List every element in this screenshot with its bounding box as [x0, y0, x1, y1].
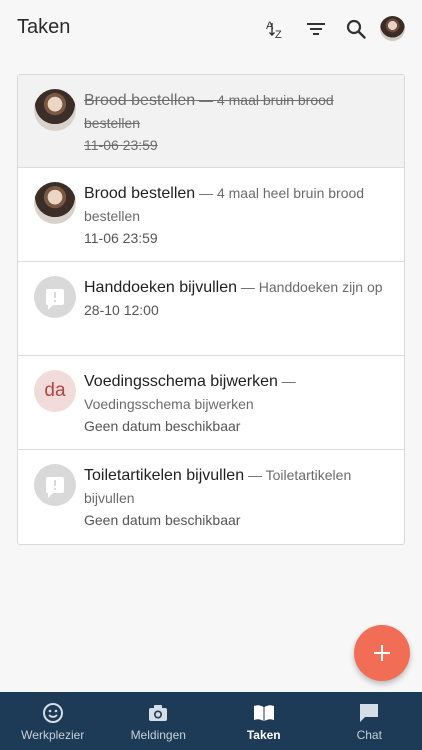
task-description: Handdoeken zijn op	[258, 279, 383, 295]
nav-item-chat[interactable]: Chat	[317, 692, 422, 750]
nav-item-taken[interactable]: Taken	[211, 692, 317, 750]
add-task-button[interactable]	[354, 625, 410, 681]
task-due-date: 11-06 23:59	[84, 137, 158, 153]
task-separator: —	[237, 279, 259, 295]
nav-label: Taken	[246, 728, 281, 742]
book-icon	[253, 705, 274, 721]
task-text: Toiletartikelen bijvullen — Toiletartike…	[84, 464, 384, 531]
task-text: Handdoeken bijvullen — Handdoeken zijn o…	[84, 276, 384, 321]
task-due-date: Geen datum beschikbaar	[84, 418, 241, 434]
task-description: Voedingsschema bijwerken	[84, 396, 254, 412]
top-bar: Taken A Z	[0, 0, 422, 58]
task-text: Brood bestellen — 4 maal bruin brood bes…	[84, 89, 384, 156]
task-due-date: 28-10 12:00	[84, 302, 159, 318]
chat-icon	[34, 464, 76, 506]
nav-item-meldingen[interactable]: Meldingen	[106, 692, 212, 750]
task-due-date: Geen datum beschikbaar	[84, 512, 241, 528]
task-row[interactable]: Handdoeken bijvullen — Handdoeken zijn o…	[18, 262, 404, 356]
task-separator: —	[277, 373, 296, 389]
svg-text:A: A	[266, 20, 274, 32]
task-row[interactable]: Toiletartikelen bijvullen — Toiletartike…	[18, 450, 404, 544]
nav-item-werkplezier[interactable]: Werkplezier	[0, 692, 106, 750]
profile-avatar[interactable]	[380, 16, 405, 41]
plus-icon	[374, 645, 390, 661]
chat-icon	[34, 276, 76, 318]
task-due-date: 11-06 23:59	[84, 230, 158, 246]
assignee-initials: da	[34, 370, 76, 412]
sort-az-icon[interactable]: A Z	[262, 16, 288, 42]
task-row[interactable]: da Voedingsschema bijwerken — Voedingssch…	[18, 356, 404, 450]
task-separator: —	[195, 92, 217, 108]
camera-icon	[149, 705, 168, 721]
chat-icon	[360, 704, 379, 722]
search-icon[interactable]	[343, 16, 369, 42]
task-row[interactable]: Brood bestellen — 4 maal bruin brood bes…	[18, 75, 404, 168]
bottom-navigation: Werkplezier Meldingen Taken Chat	[0, 692, 422, 750]
nav-label: Werkplezier	[21, 728, 85, 742]
task-text: Brood bestellen — 4 maal heel bruin broo…	[84, 182, 384, 249]
smiley-icon	[42, 703, 63, 723]
task-name: Voedingsschema bijwerken	[84, 373, 278, 390]
task-separator: —	[244, 467, 266, 483]
assignee-avatar	[34, 182, 76, 224]
task-name: Toiletartikelen bijvullen	[84, 467, 245, 484]
filter-icon[interactable]	[303, 16, 329, 42]
page-title: Taken	[17, 16, 71, 38]
task-name: Handdoeken bijvullen	[84, 279, 237, 296]
task-name: Brood bestellen	[84, 185, 196, 202]
task-name: Brood bestellen	[84, 92, 196, 109]
task-text: Voedingsschema bijwerken — Voedingsschem…	[84, 370, 384, 437]
task-row[interactable]: Brood bestellen — 4 maal heel bruin broo…	[18, 168, 404, 262]
nav-label: Meldingen	[130, 728, 186, 742]
task-list: Brood bestellen — 4 maal bruin brood bes…	[17, 74, 405, 545]
app-root: Taken A Z Brood bestellen — 4 maal bruin…	[0, 0, 422, 750]
nav-label: Chat	[356, 728, 382, 742]
assignee-avatar	[34, 89, 76, 131]
task-separator: —	[195, 185, 217, 201]
svg-text:Z: Z	[275, 29, 282, 41]
